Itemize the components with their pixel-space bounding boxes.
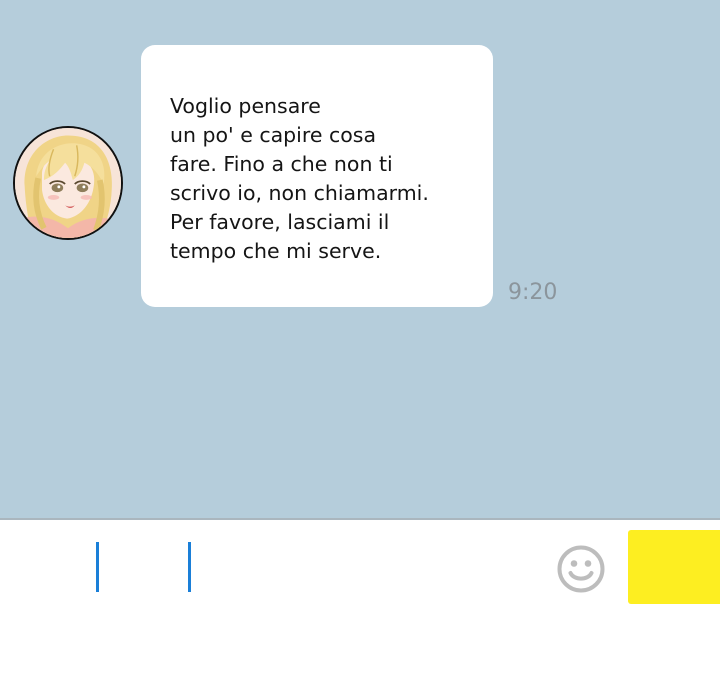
input-bar — [0, 518, 720, 614]
smiley-icon — [557, 545, 605, 593]
send-button[interactable] — [628, 530, 720, 604]
text-cursor — [188, 542, 191, 592]
keyboard-area — [0, 614, 720, 700]
add-attachment-button[interactable] — [0, 520, 56, 614]
message-bubble: Voglio pensare un po' e capire cosa fare… — [141, 45, 493, 307]
blonde-girl-avatar-icon — [15, 128, 121, 238]
message-timestamp: 9:20 — [508, 280, 558, 305]
message-text: Voglio pensare un po' e capire cosa fare… — [170, 94, 429, 263]
emoji-button[interactable] — [556, 544, 606, 594]
message-input[interactable] — [60, 520, 540, 614]
chat-area: Voglio pensare un po' e capire cosa fare… — [0, 0, 720, 518]
text-cursor — [96, 542, 99, 592]
contact-avatar[interactable] — [13, 126, 123, 240]
plus-icon — [0, 520, 56, 614]
